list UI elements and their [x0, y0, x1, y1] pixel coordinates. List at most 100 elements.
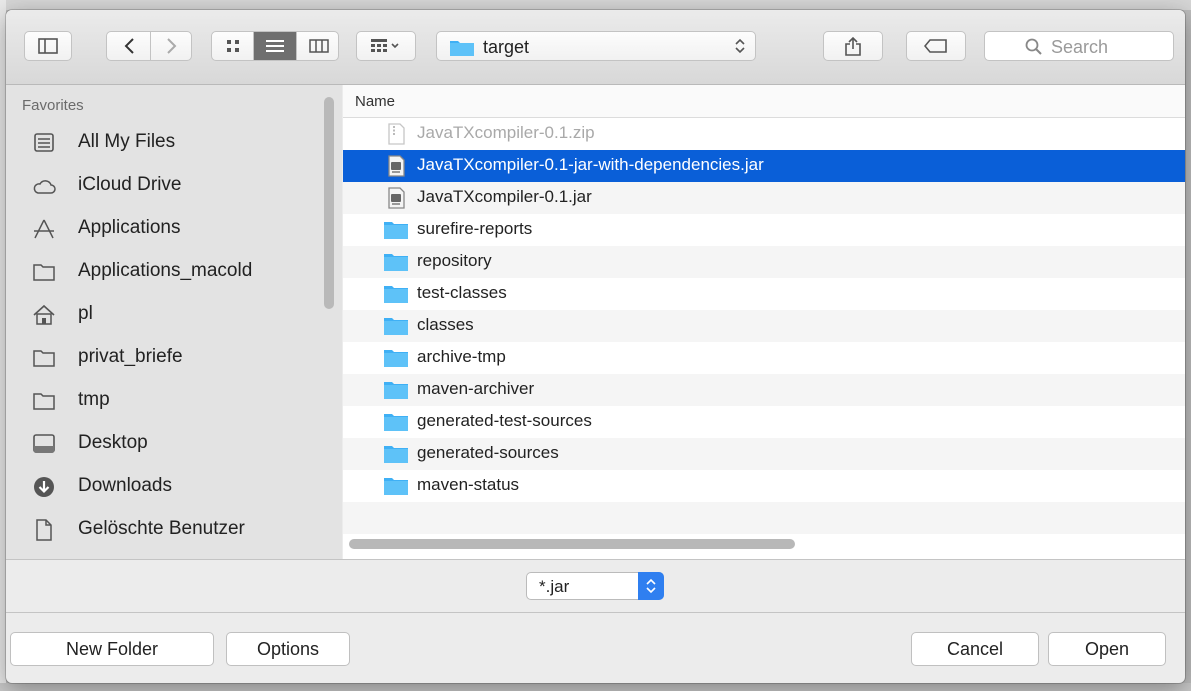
- file-row[interactable]: JavaTXcompiler-0.1.jar: [343, 182, 1185, 214]
- folder-name: generated-sources: [417, 443, 559, 462]
- arrange-menu-button[interactable]: [356, 31, 416, 61]
- file-name: JavaTXcompiler-0.1.zip: [417, 123, 595, 142]
- all-files-icon: [34, 133, 54, 152]
- folder-row[interactable]: repository: [343, 246, 1185, 278]
- folder-row[interactable]: maven-status: [343, 470, 1185, 502]
- folder-icon: [33, 350, 55, 367]
- column-header-name[interactable]: Name: [343, 85, 1185, 118]
- folder-icon: [384, 350, 408, 367]
- sidebar-toggle-icon: [38, 38, 58, 54]
- file-row[interactable]: JavaTXcompiler-0.1-jar-with-dependencies…: [343, 150, 1185, 182]
- chevron-left-icon: [124, 38, 134, 54]
- sidebar-item-tmp[interactable]: tmp: [6, 381, 322, 421]
- options-button[interactable]: Options: [226, 632, 350, 666]
- file-type-value: *.jar: [539, 577, 570, 596]
- sidebar-item-icloud-drive[interactable]: iCloud Drive: [6, 166, 322, 206]
- sidebar-item-label: Downloads: [78, 475, 172, 496]
- file-name: JavaTXcompiler-0.1.jar: [417, 187, 592, 206]
- search-icon: [1025, 38, 1042, 55]
- folder-row[interactable]: generated-sources: [343, 438, 1185, 470]
- sidebar-scrollbar[interactable]: [324, 97, 334, 309]
- file-row[interactable]: JavaTXcompiler-0.1.zip: [343, 118, 1185, 150]
- folder-icon: [384, 286, 408, 303]
- sidebar-item-desktop[interactable]: Desktop: [6, 424, 322, 464]
- folder-name: generated-test-sources: [417, 411, 592, 430]
- folder-icon: [384, 222, 408, 239]
- folder-icon: [33, 264, 55, 281]
- sidebar-item-label: iCloud Drive: [78, 174, 182, 195]
- navigation-buttons: [106, 31, 192, 61]
- sidebar-section-title: Favorites: [22, 97, 84, 114]
- sidebar: Favorites All My Files iCloud Drive Appl…: [6, 85, 342, 559]
- share-button[interactable]: [823, 31, 883, 61]
- sidebar-item-label: Desktop: [78, 432, 148, 453]
- sidebar-item-applications-macold[interactable]: Applications_macold: [6, 252, 322, 292]
- folder-row[interactable]: generated-test-sources: [343, 406, 1185, 438]
- view-mode-segmented: [211, 31, 339, 61]
- folder-row[interactable]: test-classes: [343, 278, 1185, 310]
- file-list: Name JavaTXcompiler-0.1.zip JavaTXcompil…: [343, 85, 1185, 559]
- column-header-label: Name: [355, 93, 396, 110]
- sidebar-toggle-button[interactable]: [24, 31, 72, 61]
- sidebar-item-label: Applications_macold: [78, 260, 253, 281]
- sidebar-item-geloeschte-benutzer[interactable]: Gelöschte Benutzer: [6, 510, 322, 550]
- folder-name: maven-status: [417, 475, 520, 494]
- jar-file-icon: [388, 187, 405, 209]
- background-window-bottom: [0, 683, 1191, 691]
- folder-name: test-classes: [417, 283, 507, 302]
- file-name: JavaTXcompiler-0.1-jar-with-dependencies…: [417, 155, 764, 174]
- jar-file-icon: [388, 155, 405, 177]
- applications-icon: [34, 219, 54, 239]
- search-field[interactable]: Search: [984, 31, 1174, 61]
- column-view-button[interactable]: [297, 32, 338, 60]
- folder-name: repository: [417, 251, 492, 270]
- cloud-icon: [33, 180, 56, 194]
- downloads-icon: [34, 477, 54, 497]
- file-type-bar: *.jar: [6, 559, 1185, 613]
- folder-row[interactable]: archive-tmp: [343, 342, 1185, 374]
- column-view-icon: [308, 39, 329, 53]
- open-file-dialog: target Search Favorites All My Files iCl…: [6, 10, 1185, 683]
- cancel-button[interactable]: Cancel: [911, 632, 1039, 666]
- folder-row[interactable]: classes: [343, 310, 1185, 342]
- folder-icon: [384, 318, 408, 335]
- sidebar-item-downloads[interactable]: Downloads: [6, 467, 322, 507]
- icon-view-button[interactable]: [212, 32, 254, 60]
- back-button[interactable]: [107, 32, 151, 60]
- sidebar-item-label: Applications: [78, 217, 181, 238]
- horizontal-scrollbar[interactable]: [349, 539, 795, 549]
- folder-name: archive-tmp: [417, 347, 506, 366]
- empty-row: [343, 502, 1185, 534]
- sidebar-item-all-my-files[interactable]: All My Files: [6, 123, 322, 163]
- desktop-icon: [33, 434, 55, 453]
- folder-row[interactable]: surefire-reports: [343, 214, 1185, 246]
- list-view-icon: [266, 40, 284, 52]
- sidebar-item-label: pl: [78, 303, 93, 324]
- sidebar-item-label: privat_briefe: [78, 346, 183, 367]
- list-view-button[interactable]: [254, 32, 297, 60]
- home-icon: [33, 304, 55, 325]
- tag-button[interactable]: [906, 31, 966, 61]
- dialog-toolbar: target Search: [6, 10, 1185, 85]
- path-folder-label: target: [483, 37, 530, 57]
- icon-view-icon: [226, 40, 239, 52]
- share-icon: [845, 36, 861, 56]
- sidebar-item-privat-briefe[interactable]: privat_briefe: [6, 338, 322, 378]
- sidebar-item-pl[interactable]: pl: [6, 295, 322, 335]
- folder-icon: [384, 254, 408, 271]
- path-popup[interactable]: target: [436, 31, 756, 61]
- sidebar-item-applications[interactable]: Applications: [6, 209, 322, 249]
- forward-button[interactable]: [151, 32, 193, 60]
- sidebar-item-label: All My Files: [78, 131, 176, 152]
- file-type-popup[interactable]: *.jar: [526, 572, 664, 600]
- folder-row[interactable]: maven-archiver: [343, 374, 1185, 406]
- arrange-icon: [371, 39, 399, 52]
- open-button[interactable]: Open: [1048, 632, 1166, 666]
- new-folder-button[interactable]: New Folder: [10, 632, 214, 666]
- sidebar-item-label: tmp: [78, 389, 110, 410]
- tag-icon: [924, 39, 947, 53]
- background-window-top: [0, 0, 1191, 10]
- document-icon: [36, 519, 52, 541]
- zip-file-icon: [388, 123, 405, 145]
- folder-icon: [384, 478, 408, 495]
